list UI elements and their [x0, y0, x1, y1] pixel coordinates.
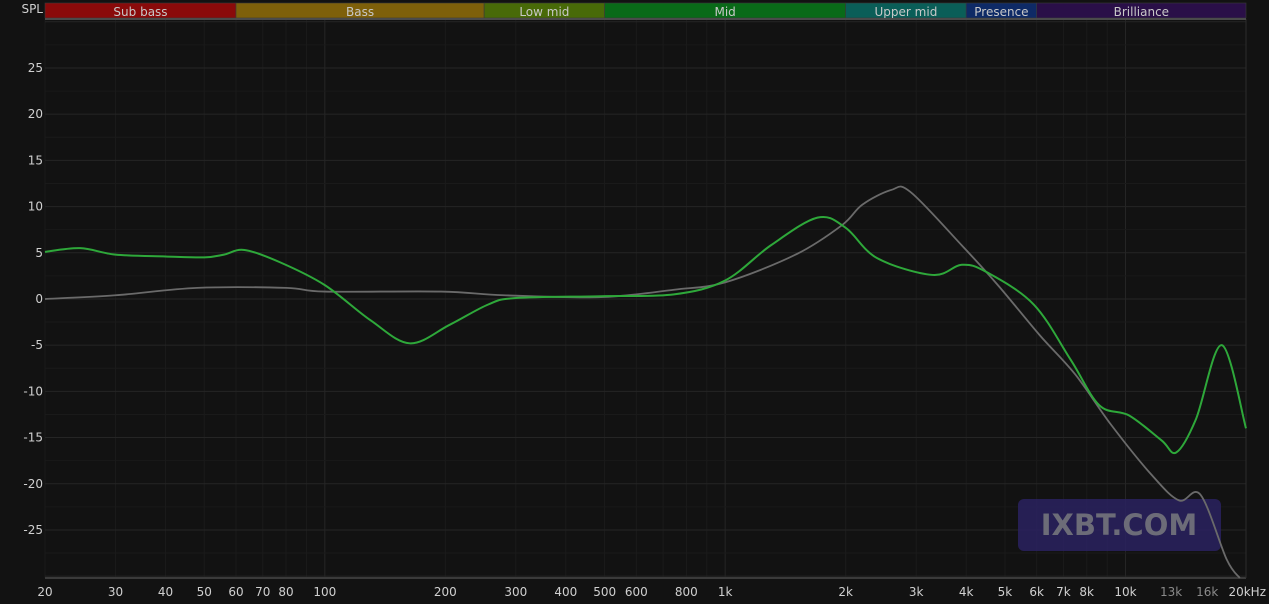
x-tick-label: 2k [838, 585, 853, 599]
watermark: IXBT.COM [1018, 499, 1221, 551]
x-tick-label: 10k [1114, 585, 1136, 599]
y-tick-label: -10 [23, 384, 43, 398]
x-tick-label: 5k [998, 585, 1013, 599]
x-tick-label: 300 [504, 585, 527, 599]
x-tick-label: 80 [278, 585, 293, 599]
x-tick-label: 800 [675, 585, 698, 599]
band-label: Mid [714, 5, 735, 19]
x-tick-label: 200 [434, 585, 457, 599]
x-tick-label: 500 [593, 585, 616, 599]
x-tick-label: 6k [1029, 585, 1044, 599]
band-underline [45, 18, 1246, 20]
x-tick-label: 40 [158, 585, 173, 599]
x-tick-label: 4k [959, 585, 974, 599]
x-tick-label: 50 [197, 585, 212, 599]
y-tick-label: 20 [28, 107, 43, 121]
x-tick-label: 7k [1056, 585, 1071, 599]
band-label: Upper mid [875, 5, 938, 19]
band-label: Sub bass [113, 5, 167, 19]
frequency-bands: Sub bass Bass Low mid Mid Upper mid Presence B… [44, 2, 1247, 20]
band-label: Bass [346, 5, 374, 19]
y-tick-label: 0 [35, 292, 43, 306]
y-tick-label: -5 [31, 338, 43, 352]
x-tick-label: 16k [1196, 585, 1218, 599]
x-ticks: 20 30 40 50 60 70 80 100 200 300 400 500 600 800 1k 2k 3… [37, 585, 1266, 599]
y-tick-label: -20 [23, 477, 43, 491]
y-tick-label: -15 [23, 431, 43, 445]
y-axis-label: SPL [21, 2, 43, 16]
grid [44, 19, 1247, 579]
x-tick-label: 20kHz [1228, 585, 1266, 599]
watermark-text: IXBT.COM [1041, 508, 1197, 542]
x-tick-label: 70 [255, 585, 270, 599]
y-tick-label: 5 [35, 246, 43, 260]
x-tick-label: 60 [228, 585, 243, 599]
band-label: Presence [974, 5, 1028, 19]
band-label: Brilliance [1114, 5, 1169, 19]
y-tick-label: 10 [28, 200, 43, 214]
y-tick-label: -25 [23, 523, 43, 537]
y-tick-label: 25 [28, 61, 43, 75]
x-tick-label: 1k [718, 585, 733, 599]
x-tick-label: 30 [108, 585, 123, 599]
x-tick-label: 13k [1160, 585, 1182, 599]
frequency-response-chart: Sub bass Bass Low mid Mid Upper mid Presence B… [21, 2, 1266, 599]
x-tick-label: 100 [313, 585, 336, 599]
band-label: Low mid [519, 5, 569, 19]
x-tick-label: 8k [1079, 585, 1094, 599]
x-tick-label: 20 [37, 585, 52, 599]
x-tick-label: 400 [554, 585, 577, 599]
y-ticks: 25 20 15 10 5 0 -5 -10 -15 -20 -25 [23, 61, 43, 537]
y-tick-label: 15 [28, 153, 43, 167]
x-tick-label: 3k [909, 585, 924, 599]
x-tick-label: 600 [625, 585, 648, 599]
